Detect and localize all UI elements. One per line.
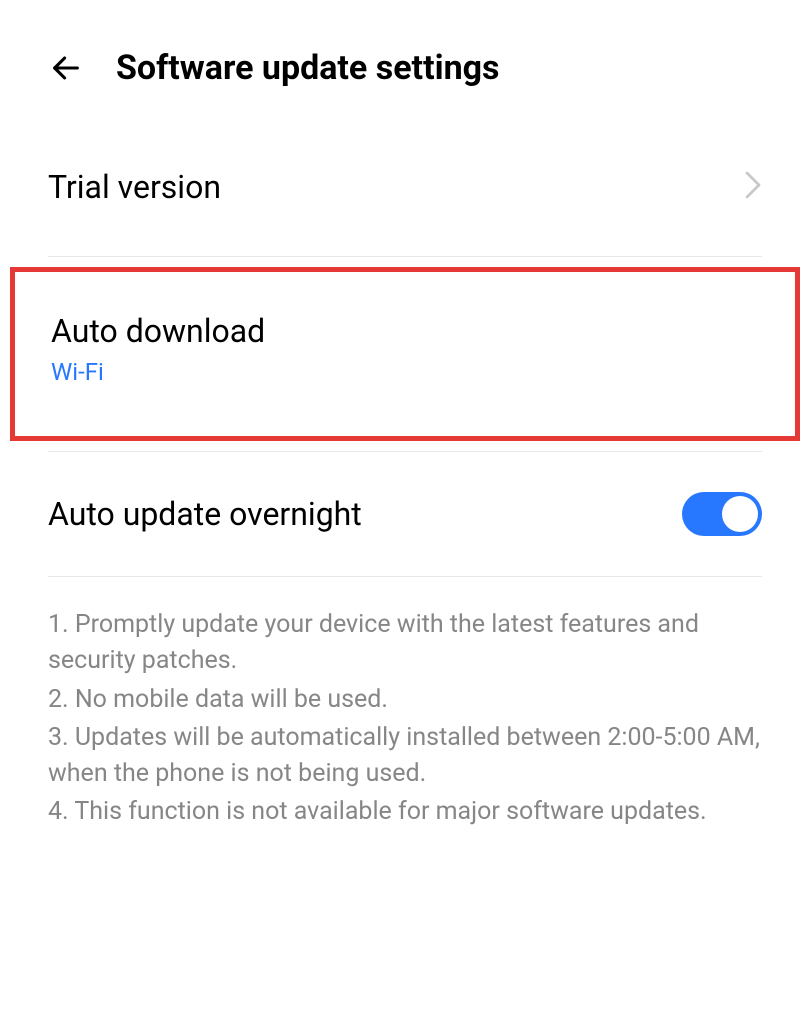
settings-list: Trial version Auto download Wi-Fi Auto u… xyxy=(0,118,802,863)
setting-trial-version[interactable]: Trial version xyxy=(0,118,802,256)
header: Software update settings xyxy=(0,0,802,118)
auto-download-value: Wi-Fi xyxy=(51,358,755,386)
divider xyxy=(48,256,762,257)
auto-update-toggle[interactable] xyxy=(682,492,762,536)
chevron-right-icon xyxy=(744,170,762,204)
note-line-3: 3. Updates will be automatically install… xyxy=(48,720,762,793)
auto-update-label: Auto update overnight xyxy=(48,495,362,533)
auto-download-label: Auto download xyxy=(51,312,755,350)
back-icon[interactable] xyxy=(48,50,84,86)
trial-version-label: Trial version xyxy=(48,168,221,206)
setting-auto-download[interactable]: Auto download Wi-Fi xyxy=(10,267,800,441)
footer-notes: 1. Promptly update your device with the … xyxy=(0,577,802,863)
toggle-knob xyxy=(722,496,758,532)
note-line-1: 1. Promptly update your device with the … xyxy=(48,607,762,680)
note-line-4: 4. This function is not available for ma… xyxy=(48,794,762,830)
note-line-2: 2. No mobile data will be used. xyxy=(48,682,762,718)
setting-auto-update-overnight[interactable]: Auto update overnight xyxy=(0,452,802,576)
toggle-wrap xyxy=(682,492,762,536)
page-title: Software update settings xyxy=(116,48,500,88)
auto-download-content: Auto download Wi-Fi xyxy=(51,312,755,386)
